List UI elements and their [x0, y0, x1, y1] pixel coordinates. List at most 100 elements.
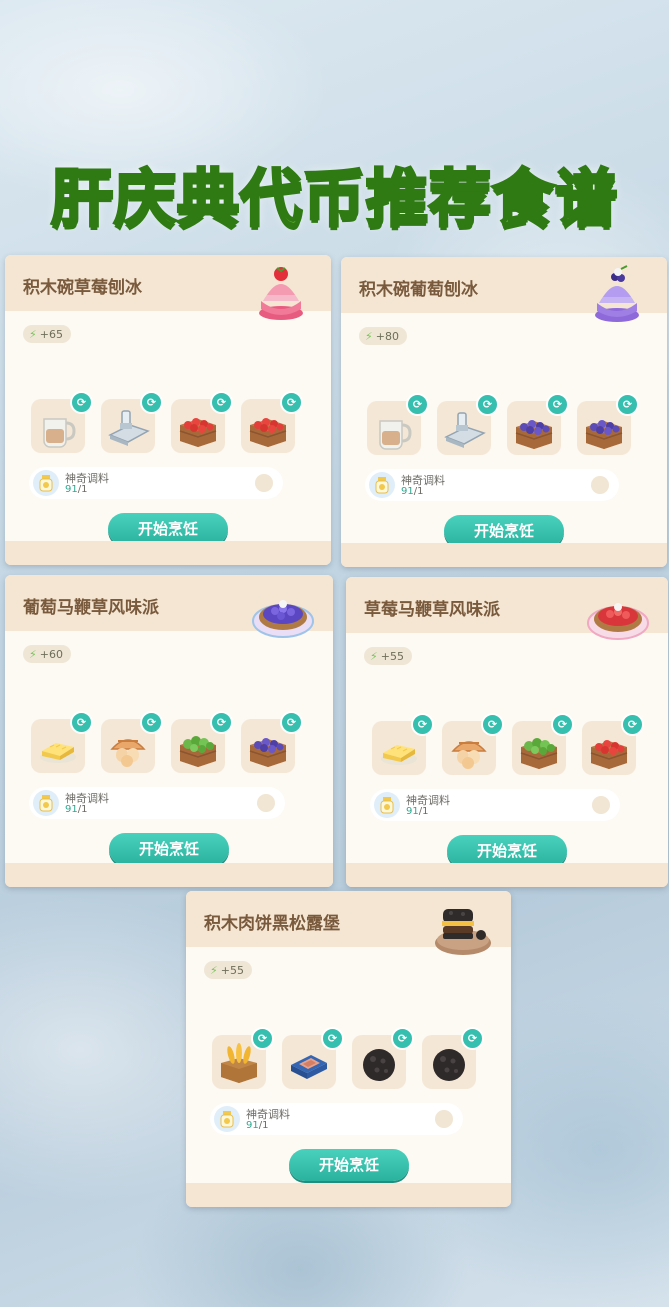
swap-icon[interactable]: ⟳: [70, 711, 93, 734]
swap-icon[interactable]: ⟳: [280, 711, 303, 734]
seasoning-need: /1: [77, 804, 88, 815]
seasoning-row[interactable]: 神奇调料 91/1: [210, 1103, 463, 1135]
swap-icon[interactable]: ⟳: [476, 393, 499, 416]
energy-badge: ⚡ +60: [23, 645, 71, 663]
seasoning-toggle[interactable]: [591, 476, 609, 494]
seasoning-toggle[interactable]: [592, 796, 610, 814]
swap-icon[interactable]: ⟳: [411, 713, 434, 736]
recipe-card: 积木碗草莓刨冰 ⚡ +65 ⟳ ⟳ ⟳ ⟳ 神奇调料 91/1 开始烹饪: [5, 255, 331, 565]
seasoning-need: /1: [77, 484, 88, 495]
seasoning-have: 91: [65, 484, 78, 495]
swap-icon[interactable]: ⟳: [321, 1027, 344, 1050]
ingredient-slot[interactable]: ⟳: [577, 393, 639, 455]
swap-icon[interactable]: ⟳: [546, 393, 569, 416]
energy-value: +55: [220, 963, 244, 977]
dish-icon[interactable]: [251, 581, 315, 645]
card-footer: [5, 541, 331, 565]
energy-badge: ⚡ +65: [23, 325, 71, 343]
recipe-card: 积木肉饼黑松露堡 ⚡ +55 ⟳ ⟳ ⟳ ⟳ 神奇调料 91/1 开始烹饪: [186, 891, 511, 1207]
energy-icon: ⚡: [370, 649, 378, 663]
milk-jug-icon: [372, 407, 416, 451]
energy-icon: ⚡: [29, 327, 37, 341]
card-footer: [186, 1183, 511, 1207]
swap-icon[interactable]: ⟳: [616, 393, 639, 416]
seasoning-count: 91/1: [246, 1120, 268, 1131]
swap-icon[interactable]: ⟳: [210, 391, 233, 414]
energy-value: +55: [380, 649, 404, 663]
swap-icon[interactable]: ⟳: [251, 1027, 274, 1050]
energy-value: +80: [375, 329, 399, 343]
swap-icon[interactable]: ⟳: [406, 393, 429, 416]
ingredient-slot[interactable]: ⟳: [31, 391, 93, 453]
ingredient-slot[interactable]: ⟳: [171, 391, 233, 453]
seasoning-toggle[interactable]: [257, 794, 275, 812]
card-footer: [5, 863, 333, 887]
meat-package-icon: [287, 1041, 331, 1085]
seasoning-row[interactable]: 神奇调料 91/1: [29, 467, 283, 499]
ingredient-slot[interactable]: ⟳: [582, 713, 644, 775]
ingredient-slot[interactable]: ⟳: [101, 711, 163, 773]
ingredient-list: ⟳ ⟳ ⟳ ⟳: [367, 393, 647, 459]
butter-icon: [377, 727, 421, 771]
energy-badge: ⚡ +80: [359, 327, 407, 345]
ingredient-slot[interactable]: ⟳: [437, 393, 499, 455]
ingredient-slot[interactable]: ⟳: [422, 1027, 484, 1089]
ingredient-slot[interactable]: ⟳: [212, 1027, 274, 1089]
swap-icon[interactable]: ⟳: [210, 711, 233, 734]
swap-icon[interactable]: ⟳: [461, 1027, 484, 1050]
dish-icon[interactable]: [585, 263, 649, 327]
ingredient-slot[interactable]: ⟳: [31, 711, 93, 773]
ingredient-slot[interactable]: ⟳: [241, 391, 303, 453]
grape-crate-icon: [512, 407, 556, 451]
seasoning-toggle[interactable]: [255, 474, 273, 492]
dish-icon[interactable]: [429, 897, 493, 961]
seasoning-bottle-icon: [33, 470, 59, 496]
recipe-name: 葡萄马鞭草风味派: [23, 598, 159, 618]
strawberry-crate-icon: [176, 405, 220, 449]
swap-icon[interactable]: ⟳: [621, 713, 644, 736]
recipe-card: 葡萄马鞭草风味派 ⚡ +60 ⟳ ⟳ ⟳ ⟳ 神奇调料 91/1 开始烹饪: [5, 575, 333, 887]
swap-icon[interactable]: ⟳: [481, 713, 504, 736]
seasoning-bottle-icon: [369, 472, 395, 498]
seasoning-toggle[interactable]: [435, 1110, 453, 1128]
recipe-card: 积木碗葡萄刨冰 ⚡ +80 ⟳ ⟳ ⟳ ⟳ 神奇调料 91/1 开始烹饪: [341, 257, 667, 567]
ingredient-slot[interactable]: ⟳: [352, 1027, 414, 1089]
black-truffle-icon: [427, 1041, 471, 1085]
swap-icon[interactable]: ⟳: [551, 713, 574, 736]
recipe-name: 积木碗草莓刨冰: [23, 278, 142, 298]
ingredient-slot[interactable]: ⟳: [512, 713, 574, 775]
ingredient-slot[interactable]: ⟳: [282, 1027, 344, 1089]
ingredient-slot[interactable]: ⟳: [241, 711, 303, 773]
ice-tray-icon: [106, 405, 150, 449]
energy-icon: ⚡: [210, 963, 218, 977]
seasoning-have: 91: [401, 486, 414, 497]
ingredient-list: ⟳ ⟳ ⟳ ⟳: [372, 713, 648, 779]
swap-icon[interactable]: ⟳: [280, 391, 303, 414]
ingredient-slot[interactable]: ⟳: [101, 391, 163, 453]
seasoning-row[interactable]: 神奇调料 91/1: [365, 469, 619, 501]
banner-title: 肝庆典代币推荐食谱: [49, 161, 618, 237]
dish-icon[interactable]: [249, 261, 313, 325]
grape-crate-icon: [582, 407, 626, 451]
start-cooking-button[interactable]: 开始烹饪: [109, 833, 229, 865]
egg-basket-icon: [106, 725, 150, 769]
seasoning-need: /1: [413, 486, 424, 497]
swap-icon[interactable]: ⟳: [140, 711, 163, 734]
swap-icon[interactable]: ⟳: [70, 391, 93, 414]
ingredient-list: ⟳ ⟳ ⟳ ⟳: [212, 1027, 491, 1093]
ingredient-slot[interactable]: ⟳: [507, 393, 569, 455]
strawberry-crate-icon: [246, 405, 290, 449]
seasoning-row[interactable]: 神奇调料 91/1: [370, 789, 620, 821]
ingredient-slot[interactable]: ⟳: [372, 713, 434, 775]
dish-icon[interactable]: [586, 583, 650, 647]
ingredient-slot[interactable]: ⟳: [442, 713, 504, 775]
ingredient-slot[interactable]: ⟳: [367, 393, 429, 455]
swap-icon[interactable]: ⟳: [140, 391, 163, 414]
seasoning-row[interactable]: 神奇调料 91/1: [29, 787, 285, 819]
swap-icon[interactable]: ⟳: [391, 1027, 414, 1050]
start-cooking-button[interactable]: 开始烹饪: [289, 1149, 409, 1181]
strawberry-crate-icon: [587, 727, 631, 771]
seasoning-need: /1: [418, 806, 429, 817]
ingredient-slot[interactable]: ⟳: [171, 711, 233, 773]
seasoning-count: 91/1: [65, 804, 87, 815]
